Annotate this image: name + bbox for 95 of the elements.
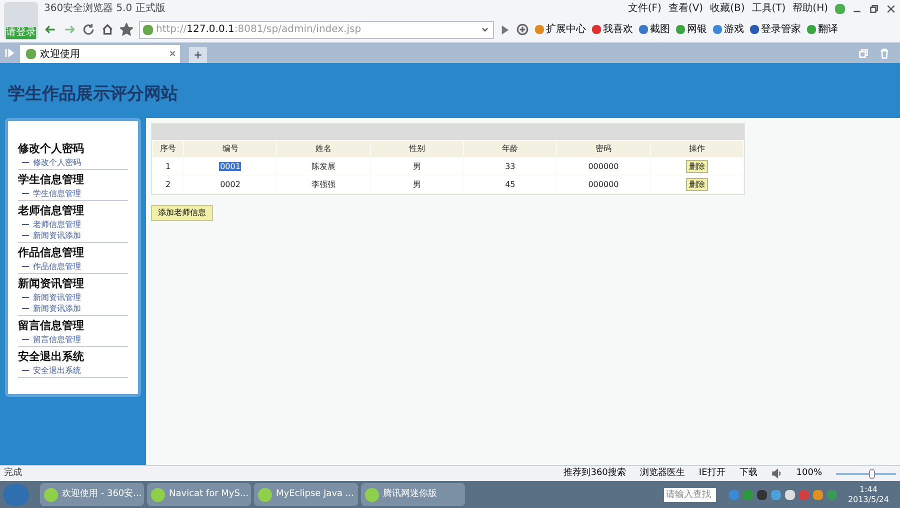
sidebar-link[interactable]: 留言信息管理 <box>33 334 81 345</box>
sidebar-link[interactable]: 修改个人密码 <box>33 157 81 168</box>
column-header: 年龄 <box>464 141 556 157</box>
section-heading: 新闻资讯管理 <box>18 276 85 292</box>
status-text: 完成 <box>4 466 22 480</box>
address-bar[interactable]: http://127.0.0.1:8081/sp/admin/index.jsp <box>139 20 494 38</box>
section-heading: 修改个人密码 <box>18 141 85 157</box>
close-icon[interactable] <box>886 4 896 14</box>
star-icon[interactable] <box>120 23 133 36</box>
trash-icon[interactable] <box>879 48 890 58</box>
home-icon[interactable] <box>101 23 114 36</box>
table-cell: 2 <box>166 180 171 188</box>
delete-button[interactable]: 删除 <box>686 178 708 191</box>
table-cell: 李强强 <box>312 180 336 188</box>
plus-icon <box>193 50 203 60</box>
back-arrow-icon[interactable] <box>44 23 57 36</box>
column-header: 编号 <box>184 141 276 157</box>
menu-item[interactable]: 工具(T) <box>752 1 786 16</box>
table-cell: 男 <box>412 180 421 188</box>
speaker-icon[interactable] <box>771 468 782 479</box>
section-heading: 安全退出系统 <box>18 349 85 365</box>
menu-item[interactable]: 查看(V) <box>668 1 704 16</box>
toolbar-button[interactable]: 扩展中心 <box>535 22 586 37</box>
section-heading: 作品信息管理 <box>18 245 85 261</box>
circle-plus-icon[interactable] <box>516 23 529 36</box>
site-title: 学生作品展示评分网站 <box>8 82 178 106</box>
url-text: http://127.0.0.1:8081/sp/admin/index.jsp <box>156 23 362 37</box>
table-cell: 1 <box>166 162 171 170</box>
dash-icon <box>22 308 29 309</box>
column-header: 密码 <box>557 141 650 157</box>
new-tab-button[interactable] <box>189 47 207 63</box>
toolbar-button[interactable]: 游戏 <box>713 22 744 37</box>
windows-icon[interactable] <box>858 48 869 58</box>
sidebar-link[interactable]: 学生信息管理 <box>33 188 81 199</box>
slider-thumb[interactable] <box>869 468 876 478</box>
dash-icon <box>22 339 29 340</box>
dash-icon <box>22 162 29 163</box>
sidebar-link[interactable]: 新闻资讯添加 <box>33 303 81 314</box>
menu-item[interactable]: 帮助(H) <box>792 1 828 16</box>
dash-icon <box>22 370 29 371</box>
dash-icon <box>22 266 29 267</box>
toolbar-button[interactable]: 截图 <box>639 22 670 37</box>
table-cell: 0001 <box>219 162 242 170</box>
section-heading: 老师信息管理 <box>18 203 85 219</box>
table-cell: 男 <box>412 162 421 170</box>
table-cell: 000000 <box>588 180 619 188</box>
search-field[interactable]: 请输入查找 <box>664 488 716 502</box>
menu-item[interactable]: 收藏(B) <box>710 1 745 16</box>
tray-icon[interactable] <box>756 490 767 500</box>
section-heading: 学生信息管理 <box>18 172 85 188</box>
tab-close-icon[interactable] <box>168 48 177 58</box>
dash-icon <box>22 297 29 298</box>
start-button[interactable] <box>3 484 29 506</box>
menu-item[interactable]: 文件(F) <box>628 1 662 16</box>
sidebar-toggle-icon[interactable] <box>4 47 16 59</box>
column-header: 姓名 <box>277 141 370 157</box>
status-button[interactable]: IE打开 <box>698 466 726 480</box>
refresh-icon[interactable] <box>82 23 95 36</box>
restore-icon[interactable] <box>869 4 879 14</box>
dash-icon <box>22 235 29 236</box>
status-button[interactable]: 下载 <box>739 466 758 480</box>
clock-date: 2013/5/24 <box>848 494 889 504</box>
section-heading: 留言信息管理 <box>18 318 85 334</box>
browser-tab[interactable]: 欢迎使用 <box>20 45 180 63</box>
sidebar-link[interactable]: 老师信息管理 <box>33 219 81 230</box>
window-title: 360安全浏览器 5.0 正式版 <box>44 2 166 16</box>
toolbar-button[interactable]: 翻译 <box>807 22 838 37</box>
sidebar-link[interactable]: 安全退出系统 <box>33 365 81 376</box>
sidebar-link[interactable]: 新闻资讯添加 <box>33 230 81 241</box>
column-header: 操作 <box>650 141 743 157</box>
toolbar-button[interactable]: 我喜欢 <box>592 22 633 37</box>
status-button[interactable]: 浏览器医生 <box>640 466 685 480</box>
table-cell: 33 <box>505 162 516 170</box>
dash-icon <box>22 224 29 225</box>
tray-icon[interactable] <box>770 490 781 500</box>
table-cell: 0002 <box>220 180 240 188</box>
column-header: 性别 <box>370 141 464 157</box>
status-button[interactable]: 推荐到360搜索 <box>564 466 626 480</box>
table-cell: 45 <box>505 180 516 188</box>
clock-time: 1:44 <box>860 484 878 494</box>
delete-button[interactable]: 删除 <box>686 160 708 173</box>
tray-icon[interactable] <box>784 490 795 500</box>
zoom-level[interactable]: 100% <box>796 466 822 480</box>
forward-arrow-icon[interactable] <box>63 23 76 36</box>
sidebar-link[interactable]: 作品信息管理 <box>33 261 81 272</box>
tray-icon[interactable] <box>812 490 823 500</box>
sidebar-link[interactable]: 新闻资讯管理 <box>33 292 81 303</box>
dash-icon <box>22 193 29 194</box>
table-cell: 000000 <box>588 162 619 170</box>
table-cell: 陈发展 <box>312 162 336 170</box>
add-teacher-button[interactable]: 添加老师信息 <box>151 205 213 221</box>
play-arrow-icon[interactable] <box>500 24 510 34</box>
column-header: 序号 <box>153 141 184 157</box>
toolbar-button[interactable]: 网银 <box>676 22 707 37</box>
toolbar-button[interactable]: 登录管家 <box>750 22 801 37</box>
